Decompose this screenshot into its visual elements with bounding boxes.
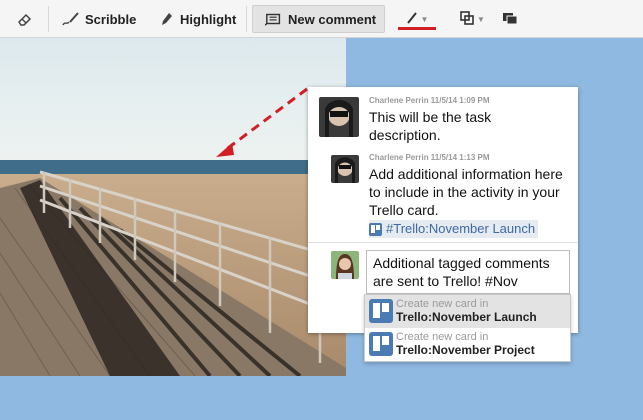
divider [308,242,578,243]
current-user-avatar [331,251,359,279]
highlight-button[interactable]: Highlight [157,5,236,33]
crop-icon [460,10,474,28]
autocomplete-hint: Create new card in [396,331,489,343]
eraser-icon [16,10,34,28]
trello-icon [369,222,382,236]
toolbar-divider [246,6,247,32]
autocomplete-board-name: Trello:November Launch [396,310,537,324]
avatar [319,97,359,137]
reply-input[interactable]: Additional tagged comments are sent to T… [366,250,570,294]
tag-autocomplete: Create new card in Trello:November Launc… [364,294,571,362]
highlighter-icon [157,10,175,28]
scribble-button[interactable]: Scribble [62,5,136,33]
trello-tag-label: #Trello:November Launch [386,221,536,236]
windows-button[interactable] [502,5,518,33]
windows-icon [502,11,518,28]
autocomplete-board-name: Trello:November Project [396,343,535,357]
chevron-down-icon: ▼ [477,14,485,24]
new-comment-button[interactable]: New comment [252,5,385,33]
pen-color-indicator [398,27,436,30]
scribble-icon [62,10,80,28]
scribble-label: Scribble [85,11,137,27]
highlight-label: Highlight [180,11,237,27]
comment-meta: Charlene Perrin 11/5/14 1:09 PM [369,96,490,105]
annotation-toolbar: Scribble Highlight New comment ▼ ▼ [0,0,643,38]
avatar [331,155,359,183]
autocomplete-hint: Create new card in [396,298,489,310]
comment-meta: Charlene Perrin 11/5/14 1:13 PM [369,153,490,162]
pen-icon [406,11,418,28]
trello-icon [369,332,393,356]
crop-dropdown[interactable]: ▼ [460,5,485,33]
trello-icon [369,299,393,323]
annotation-arrow [216,87,308,157]
comment-text: Add additional information here to inclu… [369,166,563,218]
trello-tag[interactable]: #Trello:November Launch [369,219,539,241]
toolbar-divider [48,6,49,32]
autocomplete-item[interactable]: Create new card in Trello:November Launc… [365,295,570,328]
comment-text: This will be the task description. [369,109,492,143]
autocomplete-item[interactable]: Create new card in Trello:November Proje… [365,328,570,361]
chevron-down-icon: ▼ [420,14,429,24]
new-comment-label: New comment [288,11,377,27]
eraser-button[interactable] [16,5,39,33]
comment-icon [265,10,283,28]
